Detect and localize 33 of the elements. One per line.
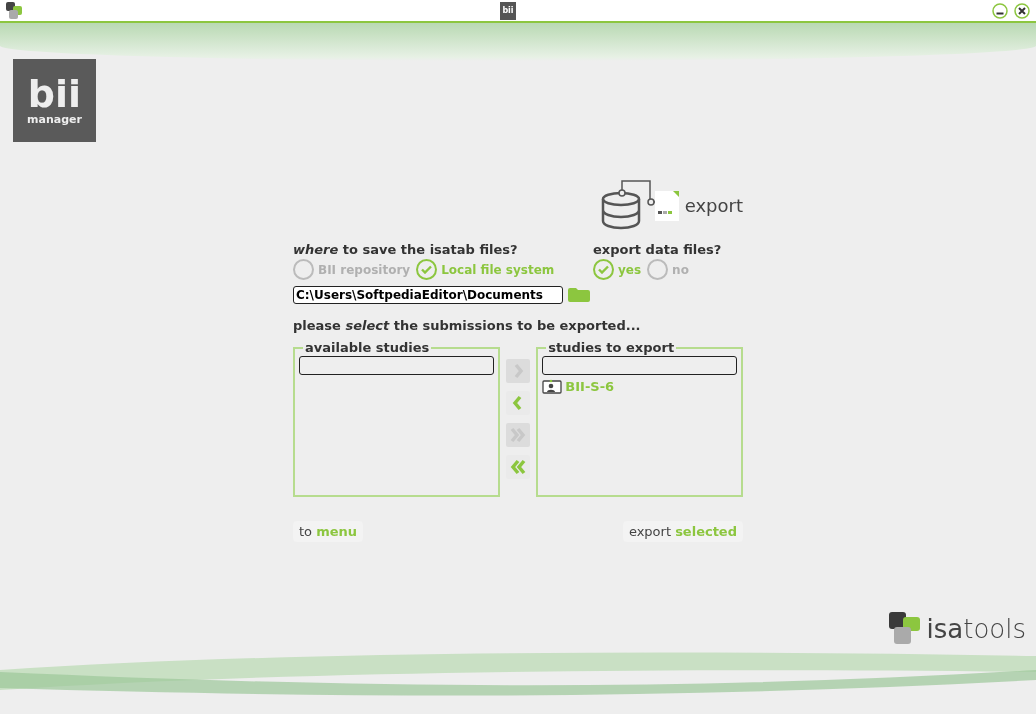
path-field[interactable]: C:\Users\SoftpediaEditor\Documents — [293, 286, 563, 304]
radio-option[interactable]: BII repository — [293, 259, 411, 280]
check-icon — [416, 259, 438, 280]
study-item[interactable]: BII-S-6 — [565, 379, 615, 394]
study-icon — [542, 379, 563, 394]
radio-option[interactable]: no — [647, 259, 689, 280]
brand-title: bii — [27, 75, 82, 113]
isatools-logo-icon — [888, 612, 923, 646]
title-logo: bii — [500, 1, 516, 20]
export-button[interactable]: export selected — [622, 521, 743, 542]
close-icon[interactable] — [1014, 2, 1030, 19]
transfer-button[interactable] — [506, 391, 530, 415]
check-icon — [593, 259, 614, 280]
page-heading: export — [684, 194, 743, 216]
instruction-text: please select the submissions to be exported... — [293, 318, 642, 333]
destination-label: where to save the isatab files? — [293, 242, 519, 257]
chevron-left-icon — [508, 457, 528, 477]
menu-button[interactable]: to menu — [293, 521, 364, 542]
radio-option[interactable]: Local file system — [416, 259, 555, 280]
transfer-button[interactable] — [506, 455, 530, 479]
filter-field[interactable] — [299, 356, 494, 375]
filter-field[interactable] — [542, 356, 737, 375]
folder-icon[interactable] — [567, 287, 591, 303]
isatools-logo-text: isatools — [926, 614, 1026, 644]
brand-subtitle: manager — [27, 113, 82, 126]
data-files-label: export data files? — [593, 242, 723, 257]
radio-icon — [647, 259, 669, 280]
minimize-icon[interactable] — [992, 2, 1008, 19]
radio-icon — [293, 259, 314, 280]
chevron-right-icon — [508, 425, 528, 445]
panel-title: available studies — [303, 340, 432, 355]
panel-title: studies to export — [546, 340, 677, 355]
radio-option[interactable]: yes — [593, 259, 642, 280]
